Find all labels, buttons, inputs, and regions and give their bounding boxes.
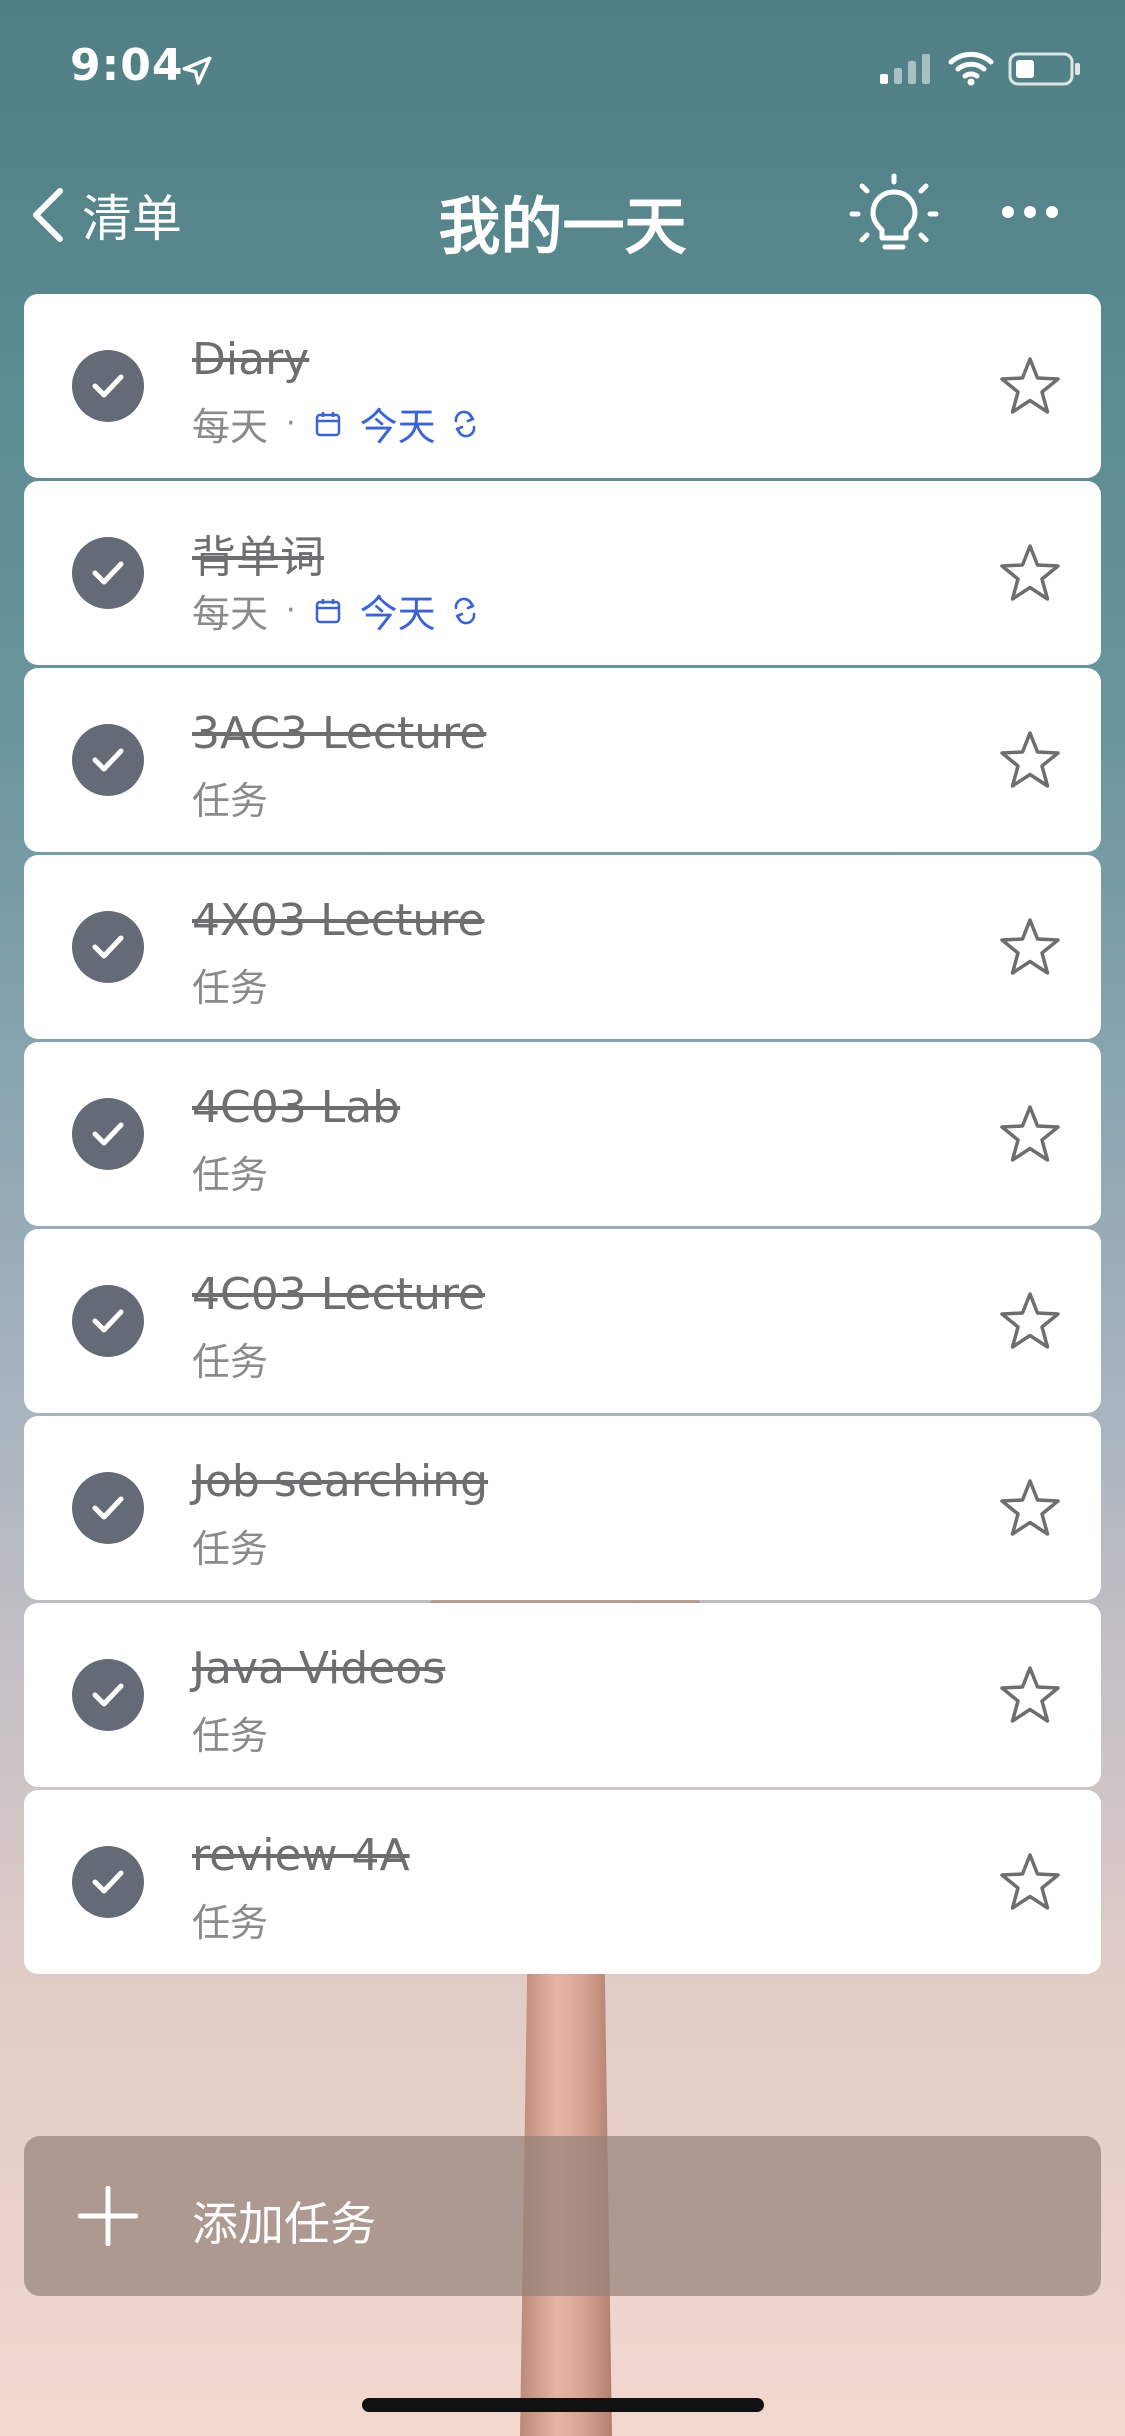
status-time: 9:04 xyxy=(70,40,184,91)
due-date-label: 今天 xyxy=(359,405,436,449)
completed-checkbox[interactable] xyxy=(72,724,144,796)
location-arrow-icon xyxy=(182,56,212,85)
task-list-label: 任务 xyxy=(192,779,269,823)
plus-icon xyxy=(78,2186,138,2246)
meta-separator: · xyxy=(286,593,296,628)
task-meta: 任务 xyxy=(192,1331,268,1386)
task-meta: 每天 · 今天 xyxy=(192,396,480,451)
my-day-screen: 9:04 清单 我的一天 Diary 每天 · 今天 背单词 每天 · 今天 3… xyxy=(0,0,1125,2436)
star-icon[interactable] xyxy=(998,354,1062,418)
star-icon[interactable] xyxy=(998,1663,1062,1727)
task-row[interactable]: review 4A 任务 xyxy=(24,1790,1101,1974)
task-row[interactable]: 3AC3 Lecture 任务 xyxy=(24,668,1101,852)
star-icon[interactable] xyxy=(998,1850,1062,1914)
add-task-label: 添加任务 xyxy=(192,2197,376,2251)
completed-checkbox[interactable] xyxy=(72,1846,144,1918)
star-icon[interactable] xyxy=(998,1102,1062,1166)
task-title: Java Videos xyxy=(192,1643,446,1694)
calendar-icon xyxy=(315,598,340,623)
task-list-label: 任务 xyxy=(192,1340,269,1384)
home-indicator[interactable] xyxy=(362,2398,764,2412)
task-list: Diary 每天 · 今天 背单词 每天 · 今天 3AC3 Lecture 任… xyxy=(24,294,1101,1977)
task-list-label: 任务 xyxy=(192,1901,269,1945)
completed-checkbox[interactable] xyxy=(72,1659,144,1731)
completed-checkbox[interactable] xyxy=(72,537,144,609)
meta-separator: · xyxy=(286,406,296,441)
task-meta: 任务 xyxy=(192,1892,268,1947)
task-title: 4X03 Lecture xyxy=(192,895,485,946)
task-title: review 4A xyxy=(192,1830,410,1881)
task-title: 背单词 xyxy=(192,532,324,583)
task-list-label: 任务 xyxy=(192,1153,269,1197)
checkmark-icon xyxy=(92,374,124,398)
task-title: Diary xyxy=(192,334,310,385)
task-meta: 每天 · 今天 xyxy=(192,583,480,638)
lightbulb-icon[interactable] xyxy=(848,172,940,258)
page-title: 我的一天 xyxy=(438,190,687,263)
checkmark-icon xyxy=(92,1309,124,1333)
task-title: 3AC3 Lecture xyxy=(192,708,487,759)
task-list-label: 任务 xyxy=(192,1527,269,1571)
completed-checkbox[interactable] xyxy=(72,350,144,422)
completed-checkbox[interactable] xyxy=(72,1285,144,1357)
checkmark-icon xyxy=(92,935,124,959)
add-task-button[interactable]: 添加任务 xyxy=(24,2136,1101,2296)
cellular-signal-icon xyxy=(880,54,930,84)
task-meta: 任务 xyxy=(192,1705,268,1760)
task-meta: 任务 xyxy=(192,1518,268,1573)
checkmark-icon xyxy=(92,1870,124,1894)
task-title: 4C03 Lab xyxy=(192,1082,401,1133)
recurrence-label: 每天 xyxy=(192,405,269,449)
calendar-icon xyxy=(315,411,340,436)
task-meta: 任务 xyxy=(192,957,268,1012)
checkmark-icon xyxy=(92,561,124,585)
star-icon[interactable] xyxy=(998,1289,1062,1353)
checkmark-icon xyxy=(92,748,124,772)
battery-icon xyxy=(1008,52,1080,86)
completed-checkbox[interactable] xyxy=(72,1472,144,1544)
star-icon[interactable] xyxy=(998,1476,1062,1540)
repeat-icon xyxy=(454,410,475,437)
task-row[interactable]: Java Videos 任务 xyxy=(24,1603,1101,1787)
star-icon[interactable] xyxy=(998,541,1062,605)
task-row[interactable]: 4X03 Lecture 任务 xyxy=(24,855,1101,1039)
task-row[interactable]: 4C03 Lecture 任务 xyxy=(24,1229,1101,1413)
completed-checkbox[interactable] xyxy=(72,1098,144,1170)
star-icon[interactable] xyxy=(998,915,1062,979)
task-list-label: 任务 xyxy=(192,1714,269,1758)
status-bar: 9:04 xyxy=(0,0,1125,132)
task-row[interactable]: Diary 每天 · 今天 xyxy=(24,294,1101,478)
task-title: Job searching xyxy=(192,1456,489,1507)
repeat-icon xyxy=(454,597,475,624)
wifi-icon xyxy=(948,51,994,86)
due-date-label: 今天 xyxy=(359,592,436,636)
star-icon[interactable] xyxy=(998,728,1062,792)
more-icon[interactable] xyxy=(1000,192,1060,232)
task-meta: 任务 xyxy=(192,1144,268,1199)
checkmark-icon xyxy=(92,1122,124,1146)
task-meta: 任务 xyxy=(192,770,268,825)
task-row[interactable]: 背单词 每天 · 今天 xyxy=(24,481,1101,665)
completed-checkbox[interactable] xyxy=(72,911,144,983)
task-row[interactable]: 4C03 Lab 任务 xyxy=(24,1042,1101,1226)
task-title: 4C03 Lecture xyxy=(192,1269,486,1320)
task-row[interactable]: Job searching 任务 xyxy=(24,1416,1101,1600)
checkmark-icon xyxy=(92,1683,124,1707)
checkmark-icon xyxy=(92,1496,124,1520)
task-list-label: 任务 xyxy=(192,966,269,1010)
recurrence-label: 每天 xyxy=(192,592,269,636)
